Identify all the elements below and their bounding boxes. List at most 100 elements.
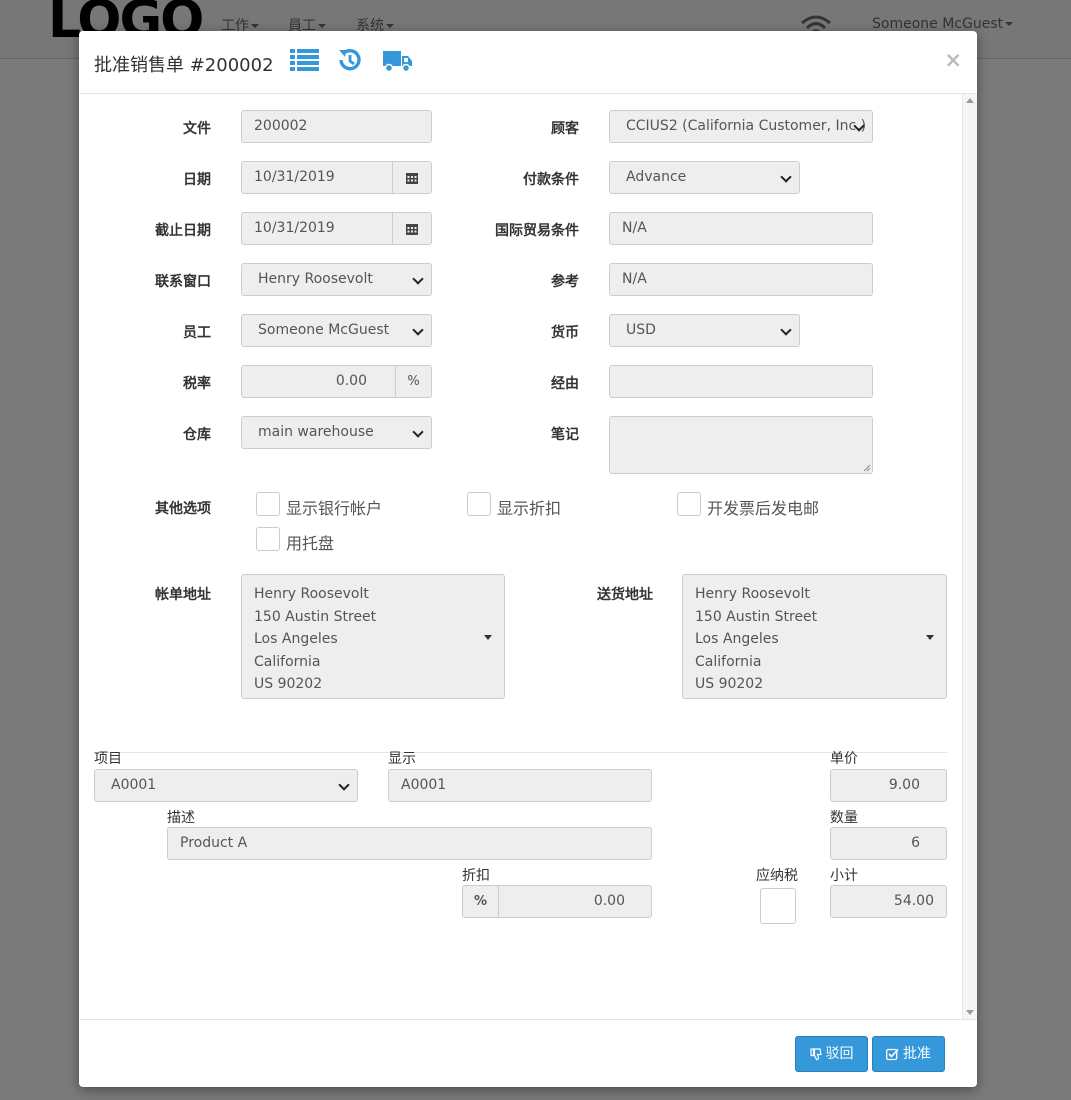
shipping-address-line: Los Angeles (695, 631, 779, 648)
reference-label: 参考 (551, 274, 579, 290)
date-label: 日期 (183, 172, 211, 188)
shipping-address-line: Henry Roosevolt (695, 586, 810, 602)
resize-handle-icon[interactable] (863, 464, 871, 472)
modal-scrollbar[interactable] (962, 94, 977, 1019)
history-icon[interactable] (337, 47, 363, 73)
other-options-label: 其他选项 (155, 501, 211, 517)
tax-rate-input[interactable]: 0.00 (241, 365, 396, 398)
chevron-down-icon (780, 171, 792, 183)
billing-address-select[interactable]: Henry Roosevolt 150 Austin Street Los An… (241, 574, 505, 699)
notes-textarea[interactable] (609, 416, 873, 474)
show-bank-account-checkbox[interactable] (256, 492, 280, 516)
truck-icon[interactable] (383, 49, 412, 73)
use-pallet-label: 用托盘 (286, 534, 335, 553)
caret-down-icon (386, 24, 394, 28)
reject-label: 驳回 (825, 1046, 854, 1062)
chevron-down-icon (412, 273, 424, 285)
quantity-input[interactable]: 6 (830, 827, 947, 860)
payment-terms-select[interactable]: Advance (609, 161, 800, 194)
employee-select[interactable]: Someone McGuest (241, 314, 432, 347)
close-button[interactable]: × (944, 50, 962, 71)
chevron-down-icon (412, 324, 424, 336)
due-date-calendar-button[interactable] (392, 212, 432, 245)
payment-terms-label: 付款条件 (523, 172, 579, 188)
item-label: 项目 (94, 751, 122, 767)
customer-select[interactable]: CCIUS2 (California Customer, Inc.) (609, 110, 873, 143)
discount-input[interactable]: 0.00 (498, 885, 652, 918)
employee-label: 员工 (183, 325, 211, 341)
currency-select[interactable]: USD (609, 314, 800, 347)
show-discount-label: 显示折扣 (497, 499, 562, 518)
list-icon[interactable] (290, 48, 319, 72)
chevron-down-icon (780, 324, 792, 336)
reject-button[interactable]: 驳回 (795, 1036, 868, 1072)
customer-label: 顾客 (551, 121, 579, 137)
show-discount-checkbox[interactable] (467, 492, 491, 516)
tax-rate-unit: % (395, 365, 432, 398)
due-date-label: 截止日期 (155, 223, 211, 239)
modal-body: 文件 200002 日期 10/31/2019 截止日期 10/31/2019 … (79, 94, 963, 1019)
subtotal-input[interactable]: 54.00 (830, 885, 947, 918)
user-name: Someone McGuest (872, 16, 1004, 32)
item-select-value: A0001 (111, 777, 157, 793)
via-input[interactable] (609, 365, 873, 398)
unit-price-input[interactable]: 9.00 (830, 769, 947, 802)
user-menu[interactable]: Someone McGuest (872, 16, 1014, 32)
shipping-address-select[interactable]: Henry Roosevolt 150 Austin Street Los An… (682, 574, 947, 699)
taxable-label: 应纳税 (756, 868, 798, 884)
reference-input[interactable]: N/A (609, 263, 873, 296)
scroll-up-icon[interactable] (966, 98, 974, 103)
customer-select-value: CCIUS2 (California Customer, Inc.) (626, 118, 867, 134)
payment-terms-select-value: Advance (626, 169, 687, 185)
due-date-input[interactable]: 10/31/2019 (241, 212, 393, 245)
approve-button[interactable]: 批准 (872, 1036, 945, 1072)
taxable-checkbox[interactable] (760, 888, 796, 924)
tax-rate-label: 税率 (183, 376, 211, 392)
check-square-icon (886, 1048, 899, 1060)
contact-select[interactable]: Henry Roosevolt (241, 263, 432, 296)
modal-footer: 驳回 批准 (79, 1019, 977, 1087)
section-divider (94, 752, 947, 753)
subtotal-label: 小计 (830, 868, 858, 884)
currency-label: 货币 (551, 325, 579, 341)
shipping-address-line: US 90202 (695, 676, 764, 693)
warehouse-select[interactable]: main warehouse (241, 416, 432, 449)
caret-down-icon (318, 24, 326, 28)
document-input[interactable]: 200002 (241, 110, 432, 143)
billing-address-line: Los Angeles (254, 631, 338, 648)
contact-select-value: Henry Roosevolt (258, 271, 373, 287)
shipping-address-label: 送货地址 (597, 587, 653, 603)
billing-address-label: 帐单地址 (155, 587, 211, 603)
email-after-invoice-label: 开发票后发电邮 (707, 499, 820, 518)
shipping-address-line: California (695, 653, 762, 670)
billing-address-line: 150 Austin Street (254, 608, 377, 625)
modal-header: 批准销售单 #200002 × (79, 31, 977, 94)
display-input[interactable]: A0001 (388, 769, 652, 802)
employee-select-value: Someone McGuest (258, 322, 390, 338)
use-pallet-checkbox[interactable] (256, 527, 280, 551)
incoterms-input[interactable]: N/A (609, 212, 873, 245)
document-label: 文件 (183, 121, 211, 137)
caret-down-icon (1005, 22, 1014, 26)
approve-label: 批准 (903, 1046, 931, 1062)
description-input[interactable]: Product A (167, 827, 652, 860)
notes-label: 笔记 (551, 427, 579, 443)
contact-label: 联系窗口 (155, 274, 211, 290)
unit-price-label: 单价 (830, 751, 858, 767)
via-label: 经由 (551, 376, 579, 392)
chevron-down-icon (338, 779, 350, 791)
discount-label: 折扣 (462, 868, 490, 884)
caret-down-icon (251, 24, 259, 28)
discount-unit: % (462, 885, 499, 918)
show-bank-account-label: 显示银行帐户 (286, 499, 383, 518)
item-select[interactable]: A0001 (94, 769, 358, 802)
email-after-invoice-checkbox[interactable] (677, 492, 701, 516)
date-input[interactable]: 10/31/2019 (241, 161, 393, 194)
chevron-down-icon (412, 426, 424, 438)
description-label: 描述 (167, 810, 195, 826)
thumbs-down-icon (809, 1047, 822, 1060)
scroll-down-icon[interactable] (966, 1010, 974, 1015)
billing-address-line: US 90202 (254, 676, 323, 693)
caret-down-icon (484, 635, 492, 640)
date-calendar-button[interactable] (392, 161, 432, 194)
